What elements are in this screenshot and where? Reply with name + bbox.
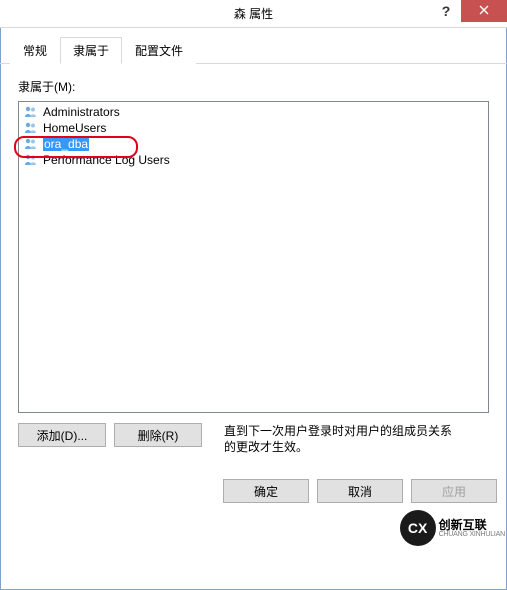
tabstrip: 常规 隶属于 配置文件	[0, 28, 507, 64]
watermark-text: 创新互联 CHUANG XINHULIAN	[439, 519, 505, 538]
list-item-text: Administrators	[43, 105, 120, 119]
hint-text: 直到下一次用户登录时对用户的组成员关系的更改才生效。	[224, 423, 454, 455]
list-actions: 添加(D)... 删除(R) 直到下一次用户登录时对用户的组成员关系的更改才生效…	[18, 423, 489, 455]
group-icon	[23, 104, 39, 120]
group-icon	[23, 136, 39, 152]
window-title: 森 属性	[234, 5, 273, 22]
dialog-buttons: 确定 取消 应用	[0, 469, 507, 513]
watermark: CX 创新互联 CHUANG XINHULIAN	[400, 510, 505, 546]
ok-button[interactable]: 确定	[223, 479, 309, 503]
list-item-text: HomeUsers	[43, 121, 106, 135]
watermark-logo: CX	[400, 510, 436, 546]
titlebar: 森 属性 ?	[0, 0, 507, 28]
add-button[interactable]: 添加(D)...	[18, 423, 106, 447]
member-of-panel: 隶属于(M): Administrators HomeUsers	[0, 64, 507, 469]
list-item-text: ora_dba	[43, 137, 89, 151]
member-of-label: 隶属于(M):	[18, 78, 489, 95]
apply-button[interactable]: 应用	[411, 479, 497, 503]
list-item[interactable]: Administrators	[21, 104, 486, 120]
help-button[interactable]: ?	[431, 0, 461, 22]
close-button[interactable]	[461, 0, 507, 22]
window-controls: ?	[431, 0, 507, 22]
list-item[interactable]: HomeUsers	[21, 120, 486, 136]
cancel-button[interactable]: 取消	[317, 479, 403, 503]
close-icon	[479, 4, 489, 18]
watermark-en: CHUANG XINHULIAN	[439, 531, 505, 538]
tab-member-of[interactable]: 隶属于	[60, 37, 122, 64]
list-item[interactable]: Performance Log Users	[21, 152, 486, 168]
tab-general[interactable]: 常规	[10, 37, 60, 64]
group-icon	[23, 152, 39, 168]
watermark-cn: 创新互联	[439, 519, 505, 531]
remove-button[interactable]: 删除(R)	[114, 423, 202, 447]
group-icon	[23, 120, 39, 136]
groups-listbox[interactable]: Administrators HomeUsers ora_dba	[18, 101, 489, 413]
help-icon: ?	[442, 3, 451, 19]
list-item[interactable]: ora_dba	[21, 136, 486, 152]
tab-profile[interactable]: 配置文件	[122, 37, 196, 64]
list-item-text: Performance Log Users	[43, 153, 170, 167]
